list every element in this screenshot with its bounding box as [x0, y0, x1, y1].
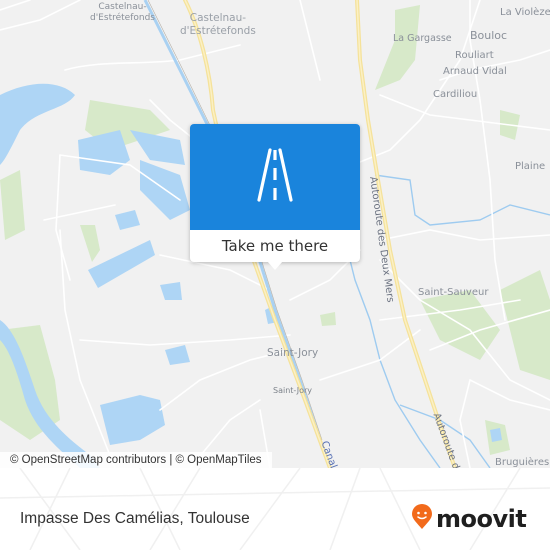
- moovit-logo[interactable]: moovit: [411, 504, 527, 534]
- popup-pointer: [267, 261, 283, 270]
- map-widget: Castelnau- d'Estrétefonds Castelnau- d'E…: [0, 0, 550, 550]
- place-label-bouloc: Bouloc: [470, 29, 508, 42]
- place-label-castelnau-small: Castelnau- d'Estrétefonds: [90, 2, 155, 23]
- place-label-castelnau-large: Castelnau- d'Estrétefonds: [180, 12, 256, 37]
- place-label-plaine: Plaine: [515, 161, 546, 172]
- place-label-la-gargasse: La Gargasse: [393, 33, 452, 44]
- popup-header[interactable]: [190, 124, 360, 230]
- place-label-la-violeze: La Violèze: [500, 7, 550, 18]
- place-label-saint-jory-large: Saint-Jory: [267, 347, 319, 359]
- map-attribution[interactable]: © OpenStreetMap contributors | © OpenMap…: [0, 452, 272, 468]
- place-label-bruguieres: Bruguières: [495, 457, 550, 468]
- road-icon: [243, 147, 307, 207]
- address-label: Impasse Des Camélias, Toulouse: [20, 510, 250, 527]
- place-label-saint-jory-small: Saint-Jory: [273, 386, 313, 395]
- place-label-rouliart: Rouliart: [455, 50, 494, 61]
- place-label-cardiliou: Cardiliou: [433, 89, 478, 100]
- place-label-arnaud-vidal: Arnaud Vidal: [443, 66, 507, 77]
- popup-card[interactable]: Take me there: [190, 124, 360, 262]
- take-me-there-button[interactable]: Take me there: [190, 230, 360, 262]
- footer-bar: Impasse Des Camélias, Toulouse moovit: [0, 468, 550, 550]
- moovit-wordmark: moovit: [436, 505, 527, 533]
- destination-popup[interactable]: Take me there: [190, 124, 360, 270]
- place-label-saint-sauveur: Saint-Sauveur: [418, 287, 489, 298]
- map-view[interactable]: Castelnau- d'Estrétefonds Castelnau- d'E…: [0, 0, 550, 468]
- moovit-pin-icon: [411, 504, 433, 534]
